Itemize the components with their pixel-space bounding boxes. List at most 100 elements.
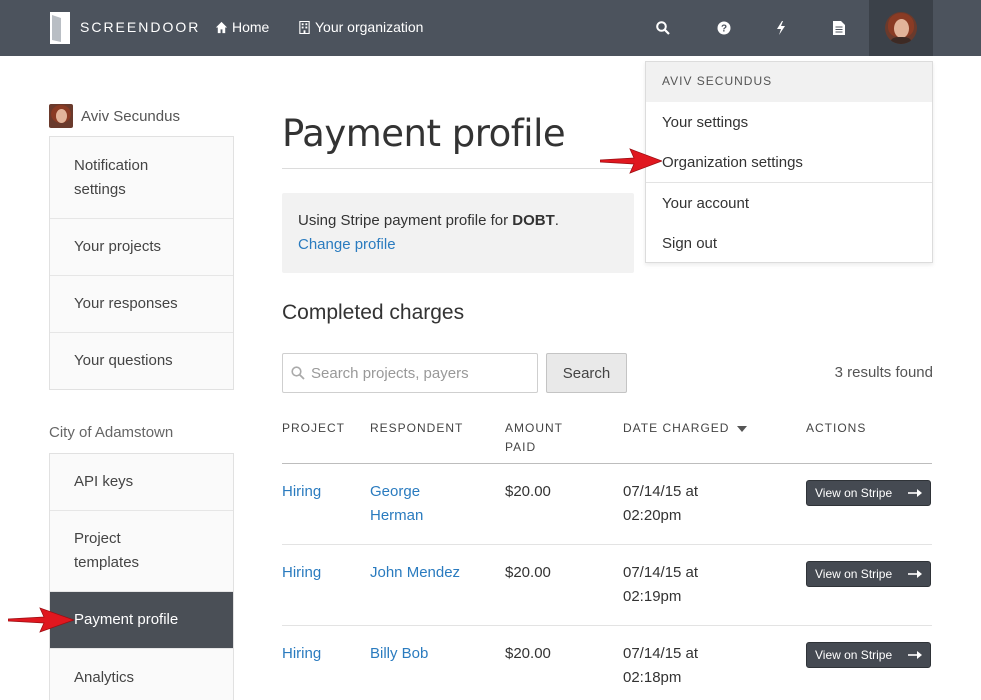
document-icon[interactable] bbox=[829, 18, 849, 38]
dropdown-user-header: AVIV SECUNDUS bbox=[646, 62, 932, 102]
sidebar-org-name: City of Adamstown bbox=[49, 424, 174, 441]
title-divider bbox=[282, 168, 642, 169]
sidebar-item-label: Analytics bbox=[74, 668, 135, 686]
info-org-name: DOBT bbox=[512, 212, 555, 229]
sidebar-item-label: Project templates bbox=[74, 530, 140, 571]
sidebar-org-menu: API keys Project templates Payment profi… bbox=[49, 453, 234, 700]
column-header-amount-paid[interactable]: AMOUNT PAID bbox=[505, 419, 563, 457]
sidebar-item-project-templates[interactable]: Project templates bbox=[50, 511, 233, 592]
column-header-amount-line1: AMOUNT bbox=[505, 421, 563, 435]
row-date: 07/14/15 at 02:18pm bbox=[623, 642, 698, 690]
annotation-arrow-icon bbox=[600, 148, 662, 174]
results-count: 3 results found bbox=[834, 364, 933, 381]
sidebar-user-menu: Notification settings Your projects Your… bbox=[49, 136, 234, 390]
sidebar-user-name: Aviv Secundus bbox=[81, 107, 180, 125]
row-project-link[interactable]: Hiring bbox=[282, 561, 321, 585]
info-text-suffix: . bbox=[554, 212, 559, 229]
sidebar-item-notification-settings[interactable]: Notification settings bbox=[50, 137, 233, 219]
completed-charges-heading: Completed charges bbox=[282, 301, 465, 324]
nav-your-organization-label: Your organization bbox=[315, 19, 424, 35]
column-header-respondent[interactable]: RESPONDENT bbox=[370, 419, 463, 438]
search-field[interactable] bbox=[282, 353, 538, 393]
respondent-line2: Herman bbox=[370, 507, 424, 524]
info-text-prefix: Using Stripe payment profile for bbox=[298, 212, 513, 229]
column-header-actions: ACTIONS bbox=[806, 421, 867, 435]
arrow-right-icon bbox=[908, 489, 922, 497]
menu-item-sign-out[interactable]: Sign out bbox=[646, 223, 932, 263]
menu-item-your-account[interactable]: Your account bbox=[646, 183, 932, 223]
view-on-stripe-label: View on Stripe bbox=[815, 486, 893, 500]
row-respondent-link[interactable]: Billy Bob bbox=[370, 642, 428, 666]
sidebar-item-label: Your responses bbox=[74, 295, 178, 312]
sort-desc-icon bbox=[737, 425, 748, 432]
building-icon bbox=[299, 20, 310, 34]
row-respondent-link[interactable]: George Herman bbox=[370, 480, 423, 528]
sidebar-item-label: Your projects bbox=[74, 238, 161, 255]
menu-item-your-settings[interactable]: Your settings bbox=[646, 102, 932, 142]
date-line1: 07/14/15 at bbox=[623, 564, 699, 581]
sidebar-item-api-keys[interactable]: API keys bbox=[50, 454, 233, 511]
row-amount: $20.00 bbox=[505, 564, 551, 581]
sidebar-item-payment-profile[interactable]: Payment profile bbox=[50, 592, 233, 649]
help-icon[interactable]: ? bbox=[714, 18, 734, 38]
user-dropdown-menu: AVIV SECUNDUS Your settings Organization… bbox=[645, 61, 933, 263]
menu-item-organization-settings[interactable]: Organization settings bbox=[646, 142, 932, 182]
screendoor-logo-icon[interactable] bbox=[50, 12, 70, 44]
nav-your-organization[interactable]: Your organization bbox=[298, 19, 423, 35]
date-line2: 02:20pm bbox=[623, 507, 682, 524]
view-on-stripe-label: View on Stripe bbox=[815, 567, 893, 581]
home-icon bbox=[215, 21, 228, 33]
search-button[interactable]: Search bbox=[546, 353, 627, 393]
row-project-link[interactable]: Hiring bbox=[282, 642, 321, 666]
nav-home[interactable]: Home bbox=[215, 19, 269, 35]
row-date: 07/14/15 at 02:20pm bbox=[623, 480, 698, 528]
search-input[interactable] bbox=[311, 364, 511, 382]
view-on-stripe-button[interactable]: View on Stripe bbox=[806, 642, 931, 668]
sidebar-item-label: Your questions bbox=[74, 352, 173, 369]
date-line1: 07/14/15 at bbox=[623, 483, 699, 500]
nav-home-label: Home bbox=[232, 19, 270, 35]
date-line2: 02:19pm bbox=[623, 588, 682, 605]
sidebar-user-header: Aviv Secundus bbox=[49, 104, 180, 128]
arrow-right-icon bbox=[908, 570, 922, 578]
row-date: 07/14/15 at 02:19pm bbox=[623, 561, 698, 609]
column-header-amount-line2: PAID bbox=[505, 440, 537, 454]
sidebar-item-your-projects[interactable]: Your projects bbox=[50, 219, 233, 276]
bolt-icon[interactable] bbox=[771, 18, 791, 38]
sidebar-item-label: API keys bbox=[74, 473, 134, 490]
row-respondent-link[interactable]: John Mendez bbox=[370, 561, 460, 585]
column-header-date-charged[interactable]: DATE CHARGED bbox=[623, 419, 748, 438]
table-row-divider bbox=[282, 625, 932, 626]
column-header-project[interactable]: PROJECT bbox=[282, 419, 345, 438]
avatar bbox=[885, 12, 917, 44]
respondent-line1: George bbox=[370, 483, 421, 500]
table-row-divider bbox=[282, 544, 932, 545]
date-line2: 02:18pm bbox=[623, 669, 682, 686]
table-header-divider bbox=[282, 463, 932, 464]
column-header-date-label: DATE CHARGED bbox=[623, 421, 730, 435]
sidebar-item-your-questions[interactable]: Your questions bbox=[50, 333, 233, 389]
date-line1: 07/14/15 at bbox=[623, 645, 699, 662]
arrow-right-icon bbox=[908, 651, 922, 659]
svg-text:?: ? bbox=[721, 24, 727, 35]
sidebar-item-your-responses[interactable]: Your responses bbox=[50, 276, 233, 333]
view-on-stripe-button[interactable]: View on Stripe bbox=[806, 561, 931, 587]
page-title: Payment profile bbox=[282, 112, 566, 155]
change-profile-link[interactable]: Change profile bbox=[298, 236, 396, 253]
sidebar-item-label: Payment profile bbox=[74, 611, 179, 628]
view-on-stripe-button[interactable]: View on Stripe bbox=[806, 480, 931, 506]
annotation-arrow-icon bbox=[8, 607, 74, 633]
payment-profile-info-box: Using Stripe payment profile for DOBT. C… bbox=[282, 193, 634, 273]
sidebar-item-analytics[interactable]: Analytics bbox=[50, 649, 233, 700]
row-amount: $20.00 bbox=[505, 483, 551, 500]
user-menu-toggle[interactable] bbox=[869, 0, 933, 56]
brand-name[interactable]: SCREENDOOR bbox=[80, 19, 200, 35]
search-icon[interactable] bbox=[653, 18, 673, 38]
row-amount: $20.00 bbox=[505, 645, 551, 662]
sidebar-item-label: Notification settings bbox=[74, 156, 149, 198]
avatar bbox=[49, 104, 73, 128]
top-navbar: SCREENDOOR Home Your organization ? bbox=[0, 0, 981, 56]
row-project-link[interactable]: Hiring bbox=[282, 480, 321, 504]
view-on-stripe-label: View on Stripe bbox=[815, 648, 893, 662]
search-icon bbox=[291, 366, 305, 380]
